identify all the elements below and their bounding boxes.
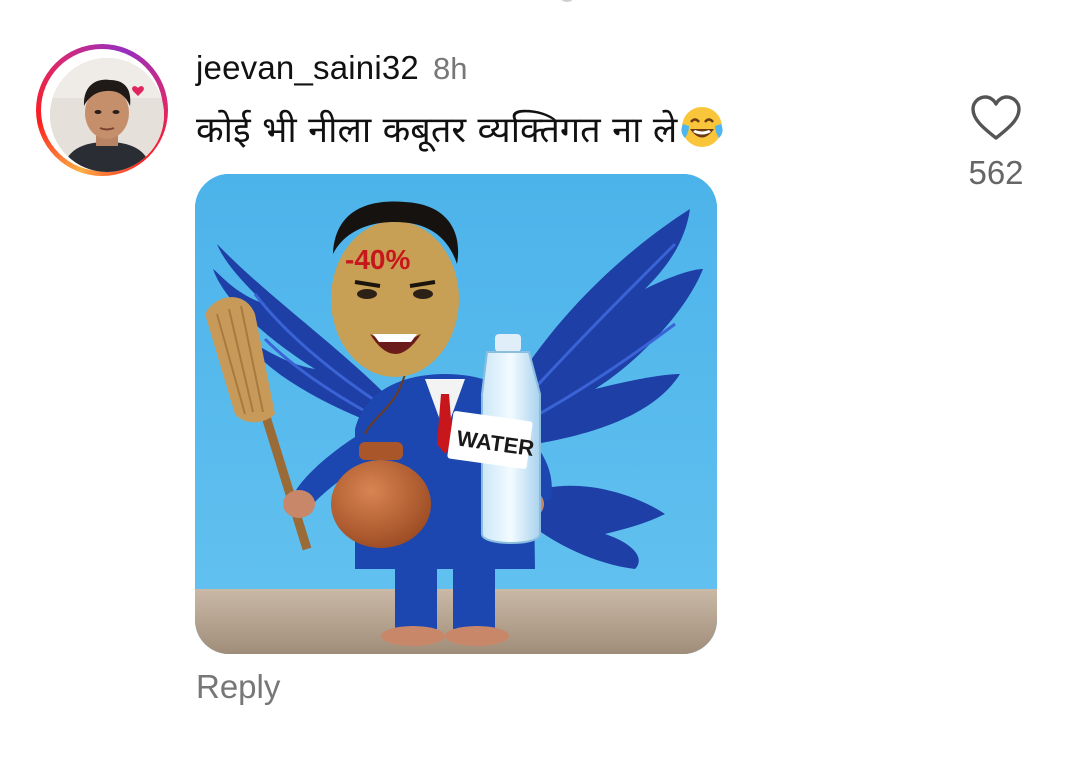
comment-text: कोई भी नीला कबूतर व्यक्तिगत ना ले <box>196 104 725 153</box>
avatar[interactable] <box>50 58 164 172</box>
timestamp: 8h <box>432 51 468 86</box>
forehead-text: -40% <box>345 244 410 275</box>
like-count: 562 <box>968 154 1024 191</box>
laughing-tears-emoji-icon <box>681 107 723 147</box>
comment-body: कोई भी नीला कबूतर व्यक्तिगत ना ले <box>196 110 678 151</box>
comment-header: jeevan_saini32 8h <box>196 49 467 87</box>
reply-button[interactable]: Reply <box>196 668 280 706</box>
heart-like-icon[interactable] <box>968 94 1024 142</box>
previous-item-edge <box>560 0 574 2</box>
comment-image[interactable]: WATER -40% <box>195 174 717 654</box>
avatar-story-ring[interactable] <box>36 44 168 176</box>
username-link[interactable]: jeevan_saini32 <box>196 49 419 87</box>
